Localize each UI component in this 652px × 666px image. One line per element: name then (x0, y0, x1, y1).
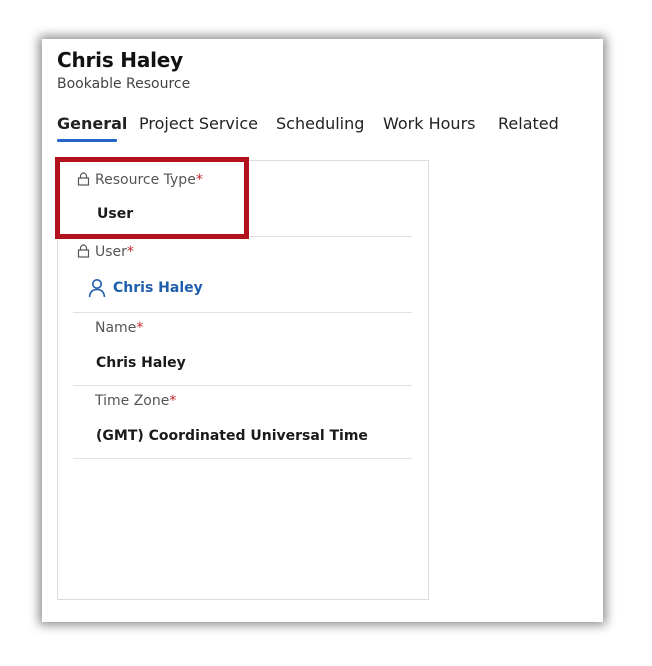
tab-project-service[interactable]: Project Service (139, 114, 258, 133)
tab-scheduling[interactable]: Scheduling (276, 114, 364, 133)
tab-related[interactable]: Related (498, 114, 559, 133)
required-marker: * (169, 393, 177, 409)
time-zone-field[interactable]: (GMT) Coordinated Universal Time (96, 428, 368, 444)
tab-work-hours[interactable]: Work Hours (383, 114, 475, 133)
person-icon (88, 279, 106, 298)
time-zone-label: Time Zone* (95, 393, 177, 409)
user-label: User* (95, 244, 134, 260)
lock-icon (77, 172, 90, 186)
general-section-panel (57, 160, 429, 600)
field-divider (73, 312, 412, 313)
lock-icon (77, 244, 90, 258)
field-divider (73, 458, 412, 459)
resource-type-label: Resource Type* (95, 172, 203, 188)
required-marker: * (136, 320, 144, 336)
field-divider (73, 385, 412, 386)
required-marker: * (195, 172, 203, 188)
name-field[interactable]: Chris Haley (96, 355, 186, 371)
name-label: Name* (95, 320, 144, 336)
user-lookup-link[interactable]: Chris Haley (113, 280, 203, 296)
resource-type-value: User (97, 206, 134, 222)
record-title: Chris Haley (57, 48, 183, 72)
tab-general[interactable]: General (57, 114, 127, 133)
record-entity-name: Bookable Resource (57, 76, 191, 92)
required-marker: * (126, 244, 134, 260)
active-tab-indicator (57, 139, 117, 142)
field-divider (73, 236, 412, 237)
